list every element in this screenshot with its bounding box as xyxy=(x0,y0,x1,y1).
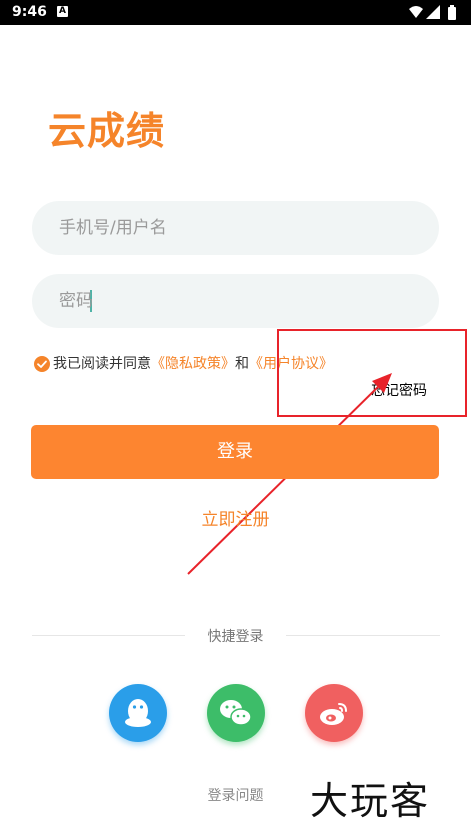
wechat-login-button[interactable] xyxy=(207,684,265,742)
status-bar: 9:46 A xyxy=(0,0,471,25)
quick-login-label: 快捷登录 xyxy=(207,629,264,645)
annotation-highlight-box xyxy=(277,329,467,417)
weibo-login-button[interactable] xyxy=(305,684,363,742)
notification-icon: A xyxy=(57,6,68,17)
agreement-and: 和 xyxy=(235,356,249,372)
privacy-policy-link[interactable]: 《隐私政策》 xyxy=(151,356,235,372)
wechat-icon xyxy=(220,700,252,726)
agreement-checkbox[interactable] xyxy=(34,356,50,372)
login-button[interactable]: 登录 xyxy=(31,425,439,479)
battery-icon xyxy=(448,5,456,20)
password-field-container xyxy=(32,274,439,328)
weibo-icon xyxy=(320,703,347,725)
register-link[interactable]: 立即注册 xyxy=(0,505,471,530)
status-time: 9:46 xyxy=(12,4,47,20)
qq-login-button[interactable] xyxy=(109,684,167,742)
watermark: 大玩客 xyxy=(310,779,431,823)
wifi-icon xyxy=(409,6,423,18)
app-logo: 云成绩 xyxy=(48,109,166,153)
password-input[interactable] xyxy=(32,274,439,328)
username-field-container xyxy=(32,201,439,255)
system-status-icons xyxy=(409,5,456,20)
agreement-prefix: 我已阅读并同意 xyxy=(53,356,151,372)
signal-icon xyxy=(426,5,440,19)
check-icon xyxy=(37,360,47,368)
qq-icon xyxy=(125,699,151,727)
username-input[interactable] xyxy=(32,201,439,255)
